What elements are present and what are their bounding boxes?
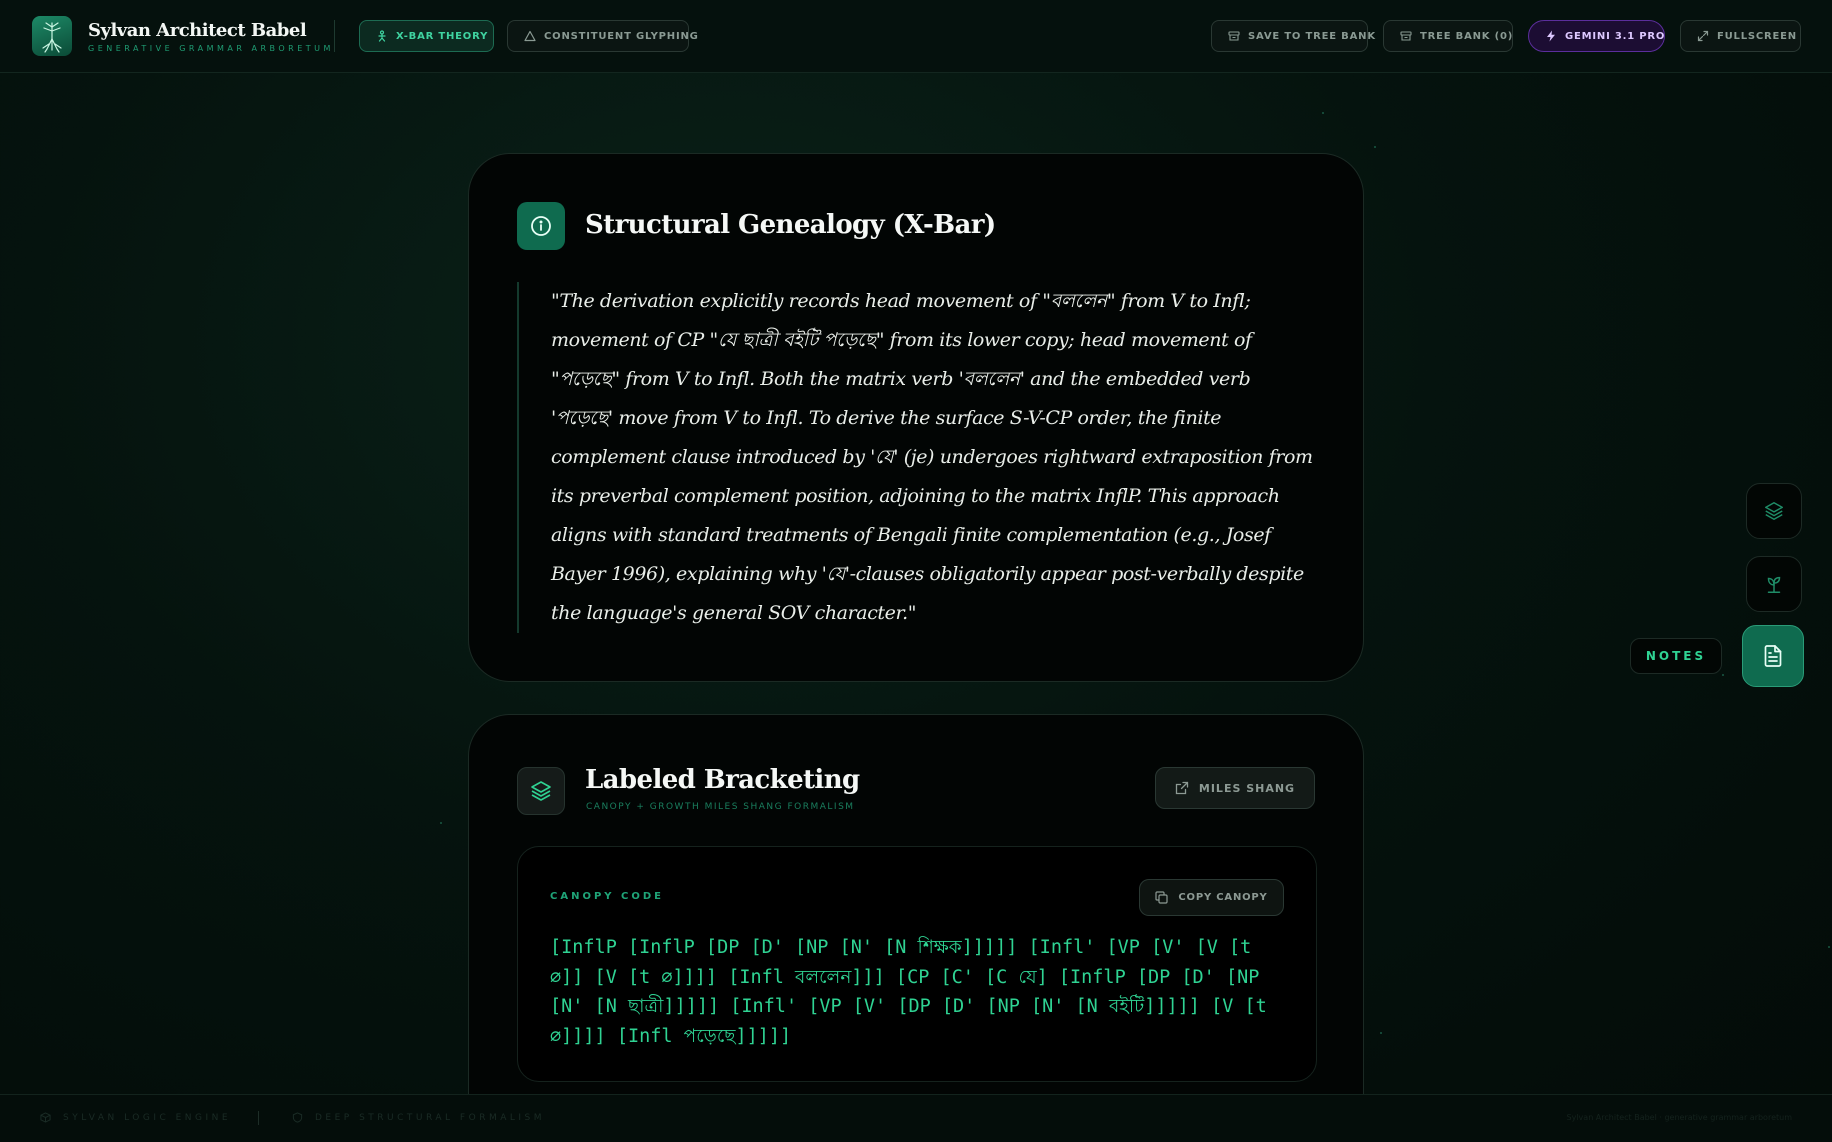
copy-icon	[1155, 891, 1168, 904]
layers-icon	[1765, 502, 1783, 520]
button-label: TREE BANK (0)	[1420, 30, 1514, 42]
genealogy-card: Structural Genealogy (X-Bar) "The deriva…	[468, 153, 1364, 682]
header-divider	[334, 20, 335, 52]
canopy-code-panel: CANOPY CODE COPY CANOPY [InflP [InflP [D…	[517, 846, 1317, 1082]
bolt-icon	[1547, 30, 1555, 42]
notes-icon	[1764, 645, 1782, 667]
footer-middle-label: DEEP STRUCTURAL FORMALISM	[315, 1112, 546, 1123]
bracketing-title: Labeled Bracketing	[585, 765, 860, 795]
footer-divider	[258, 1111, 259, 1125]
app-title: Sylvan Architect Babel	[88, 20, 307, 41]
footer-right-text: Sylvan Architect Babel · generative gram…	[1566, 1113, 1792, 1122]
layers-tool-button[interactable]	[1746, 483, 1802, 539]
genealogy-title: Structural Genealogy (X-Bar)	[585, 210, 996, 240]
bracketing-subtitle: CANOPY + GROWTH MILES SHANG FORMALISM	[586, 802, 855, 812]
canopy-code[interactable]: [InflP [InflP [DP [D' [NP [N' [N শিক্ষক]…	[550, 933, 1290, 1051]
tab-label: X-BAR THEORY	[396, 30, 489, 42]
notes-tool-button[interactable]	[1742, 625, 1804, 687]
button-label: FULLSCREEN	[1717, 30, 1797, 42]
button-label: SAVE TO TREE BANK	[1248, 30, 1376, 42]
info-icon	[517, 202, 565, 250]
shield-icon	[292, 1112, 303, 1123]
external-link-icon	[1175, 781, 1189, 795]
tree-logo-icon	[32, 16, 72, 56]
person-tree-icon	[378, 30, 386, 42]
layers-icon	[517, 767, 565, 815]
notes-tooltip: NOTES	[1630, 638, 1722, 674]
app-subtitle: GENERATIVE GRAMMAR ARBORETUM	[88, 44, 334, 53]
plant-icon	[1767, 576, 1781, 593]
canopy-label: CANOPY CODE	[550, 891, 664, 902]
expand-icon	[1697, 30, 1709, 42]
tab-constituent-glyphing[interactable]: CONSTITUENT GLYPHING	[507, 20, 698, 52]
archive-icon	[1400, 31, 1412, 41]
copy-canopy-button[interactable]: COPY CANOPY	[1139, 879, 1284, 916]
app-header: Sylvan Architect Babel GENERATIVE GRAMMA…	[0, 0, 1832, 73]
fullscreen-button[interactable]: FULLSCREEN	[1680, 20, 1801, 52]
footer-engine: SYLVAN LOGIC ENGINE	[40, 1112, 231, 1123]
tree-bank-button[interactable]: TREE BANK (0)	[1383, 20, 1513, 52]
miles-shang-link-button[interactable]: MILES SHANG	[1155, 767, 1315, 809]
footer-formalism: DEEP STRUCTURAL FORMALISM	[292, 1112, 545, 1123]
button-label: COPY CANOPY	[1178, 892, 1268, 903]
button-label: GEMINI 3.1 PRO	[1565, 30, 1666, 42]
save-to-tree-bank-button[interactable]: SAVE TO TREE BANK	[1211, 20, 1375, 52]
footer-left-label: SYLVAN LOGIC ENGINE	[63, 1112, 232, 1123]
plant-tool-button[interactable]	[1746, 556, 1802, 612]
tab-x-bar-theory[interactable]: X-BAR THEORY	[359, 20, 494, 52]
triangle-icon	[524, 30, 536, 42]
genealogy-quote: "The derivation explicitly records head …	[517, 282, 1317, 633]
bracketing-card: Labeled Bracketing CANOPY + GROWTH MILES…	[468, 714, 1364, 1142]
app-footer: SYLVAN LOGIC ENGINE DEEP STRUCTURAL FORM…	[0, 1094, 1832, 1142]
model-select-button[interactable]: GEMINI 3.1 PRO	[1528, 20, 1665, 52]
tab-label: CONSTITUENT GLYPHING	[544, 30, 699, 42]
archive-icon	[1228, 31, 1240, 41]
button-label: MILES SHANG	[1198, 781, 1296, 795]
cube-icon	[40, 1112, 51, 1123]
